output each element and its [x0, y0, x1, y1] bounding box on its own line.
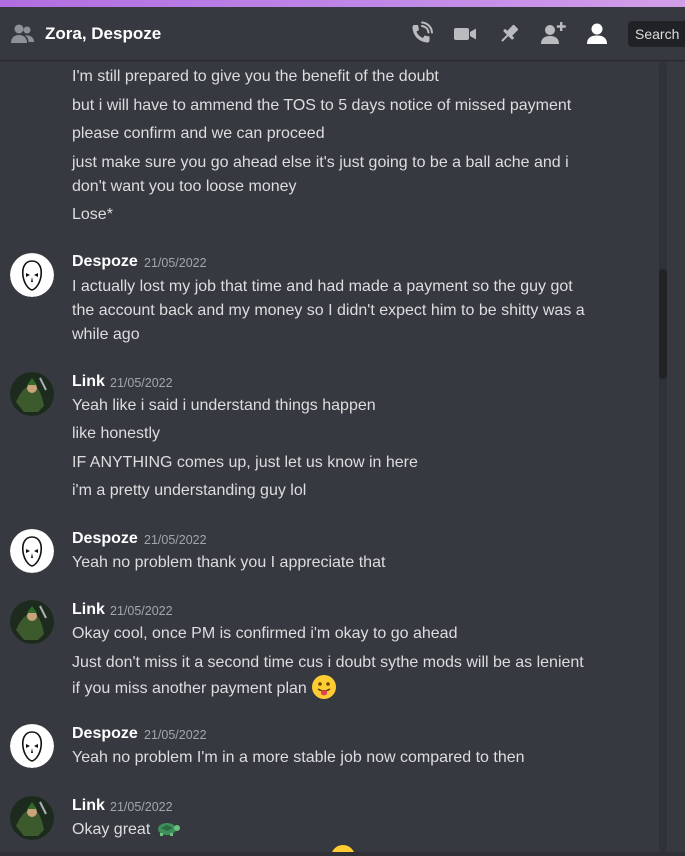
window-top-strip — [0, 0, 685, 7]
message-line: but i will have to ammend the TOS to 5 d… — [72, 97, 572, 114]
message-line: i'm a pretty understanding guy lol — [72, 482, 307, 499]
message-line: Okay great — [72, 821, 181, 839]
video-camera-icon — [454, 28, 476, 40]
author-name[interactable]: Despoze — [72, 530, 138, 548]
avatar-despoze[interactable] — [10, 529, 54, 573]
member-list-toggle-button[interactable] — [583, 20, 611, 48]
turtle-emoji — [157, 823, 180, 837]
message-timestamp: 21/05/2022 — [110, 800, 173, 814]
author-name[interactable]: Despoze — [72, 253, 138, 271]
message-line: Okay cool, once PM is confirmed i'm okay… — [72, 625, 458, 642]
start-voice-call-button[interactable] — [407, 20, 435, 48]
mask-avatar-icon — [10, 253, 54, 297]
message-scrollbar[interactable] — [656, 62, 668, 852]
mask-avatar-icon — [10, 724, 54, 768]
search-input[interactable]: Search — [628, 21, 685, 47]
avatar-link[interactable] — [10, 600, 54, 644]
bottom-edge — [0, 852, 685, 856]
pinned-messages-button[interactable] — [495, 20, 523, 48]
message-text: if you miss another payment plan — [72, 680, 307, 698]
message-line: while ago — [72, 326, 140, 343]
avatar-link[interactable] — [10, 796, 54, 840]
message-line: just make sure you go ahead else it's ju… — [72, 154, 569, 171]
scrollbar-thumb[interactable] — [659, 269, 667, 379]
message-line: Just don't miss it a second time cus i d… — [72, 654, 584, 671]
message-line: please confirm and we can proceed — [72, 125, 325, 142]
phone-call-icon — [412, 21, 433, 43]
add-friend-icon — [541, 22, 566, 44]
message-timestamp: 21/05/2022 — [144, 256, 207, 270]
message-line: IF ANYTHING comes up, just let us know i… — [72, 454, 418, 471]
scrollbar-track[interactable] — [659, 62, 667, 852]
author-name[interactable]: Link — [72, 373, 105, 391]
author-name[interactable]: Despoze — [72, 725, 138, 743]
message-line: I actually lost my job that time and had… — [72, 278, 573, 295]
avatar-despoze[interactable] — [10, 253, 54, 297]
link-character-avatar-icon — [10, 600, 54, 644]
people-icon — [11, 24, 34, 43]
avatar-despoze[interactable] — [10, 724, 54, 768]
link-character-avatar-icon — [10, 796, 54, 840]
author-name[interactable]: Link — [72, 797, 105, 815]
face-with-tongue-emoji — [312, 675, 337, 699]
channel-header: Zora, Despoze Search — [0, 7, 685, 60]
message-line: don't want you too loose money — [72, 178, 297, 195]
message-timestamp: 21/05/2022 — [110, 376, 173, 390]
link-character-avatar-icon — [10, 372, 54, 416]
message-timestamp: 21/05/2022 — [144, 533, 207, 547]
add-friends-to-dm-button[interactable] — [539, 20, 567, 48]
message-line: the account back and my money so I didn'… — [72, 302, 585, 319]
start-video-call-button[interactable] — [451, 20, 479, 48]
message-line: like honestly — [72, 425, 161, 442]
message-line: I'm still prepared to give you the benef… — [72, 68, 439, 85]
message-line: Lose* — [72, 206, 113, 223]
members-icon — [587, 23, 607, 44]
pin-icon — [501, 24, 519, 42]
message-line: if you miss another payment plan — [72, 675, 337, 700]
message-timestamp: 21/05/2022 — [110, 604, 173, 618]
message-line: Yeah no problem thank you I appreciate t… — [72, 554, 386, 571]
author-name[interactable]: Link — [72, 601, 105, 619]
mask-avatar-icon — [10, 529, 54, 573]
message-line: Yeah like i said i understand things hap… — [72, 397, 376, 414]
message-timestamp: 21/05/2022 — [144, 728, 207, 742]
message-line: Yeah no problem I'm in a more stable job… — [72, 749, 525, 766]
avatar-link[interactable] — [10, 372, 54, 416]
channel-title: Zora, Despoze — [45, 24, 162, 43]
message-text: Okay great — [72, 821, 151, 838]
